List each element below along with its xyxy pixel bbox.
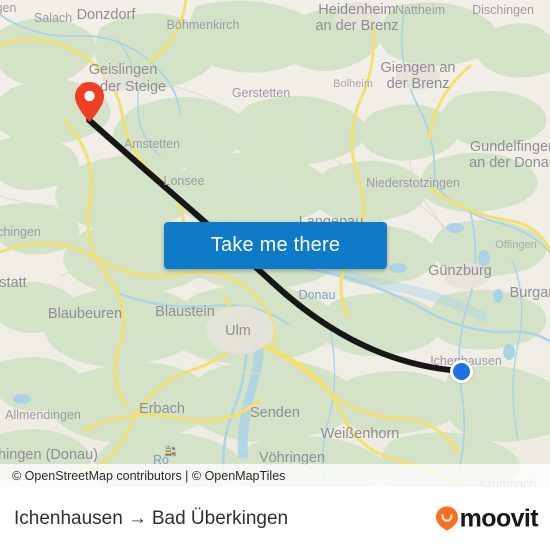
moovit-logo[interactable]: moovit [435, 504, 539, 533]
moovit-wordmark: moovit [459, 504, 539, 532]
map-pin-icon[interactable] [75, 82, 104, 122]
moovit-pin-icon [435, 506, 458, 531]
route-destination: Bad Überkingen [151, 507, 289, 529]
moovit-route-map-card: genSalachDonzdorfBöhmenkirchHeidenheiman… [0, 0, 550, 550]
route-title: Ichenhausen → Bad Überkingen [14, 508, 288, 530]
footer-bar: Ichenhausen → Bad Überkingen moovit [0, 487, 550, 550]
arrow-right-icon: → [127, 507, 147, 529]
take-me-there-button[interactable]: Take me there [164, 222, 387, 269]
map-canvas[interactable]: genSalachDonzdorfBöhmenkirchHeidenheiman… [0, 0, 550, 487]
location-dot-icon[interactable] [450, 360, 473, 383]
train-station-icon: 🚉 [164, 446, 177, 457]
map-attribution: © OpenStreetMap contributors | © OpenMap… [0, 464, 550, 487]
attribution-text: © OpenStreetMap contributors | © OpenMap… [12, 468, 286, 483]
route-origin: Ichenhausen [14, 507, 123, 529]
